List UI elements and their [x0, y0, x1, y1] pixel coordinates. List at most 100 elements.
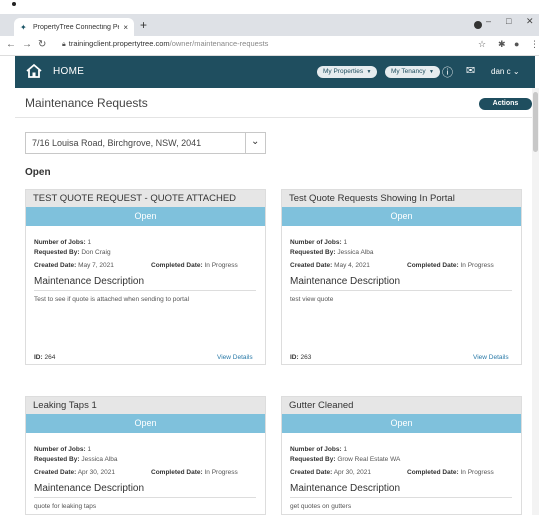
completed-label: Completed Date:	[151, 469, 203, 476]
chevron-down-icon: ▼	[427, 69, 434, 75]
jobs-row: Number of Jobs: 1	[34, 445, 91, 454]
new-tab-button[interactable]: +	[140, 18, 147, 32]
chevron-down-icon: ⌄	[512, 67, 520, 76]
user-name: dan c	[491, 67, 511, 76]
actions-button[interactable]: Actions	[479, 98, 532, 110]
my-tenancy-dropdown[interactable]: My Tenancy ▼	[385, 66, 440, 78]
maintenance-card: Leaking Taps 1 Open Number of Jobs: 1 Re…	[25, 396, 266, 515]
created-label: Created Date:	[290, 469, 333, 476]
select-divider	[245, 133, 246, 153]
completed-label: Completed Date:	[407, 469, 459, 476]
requested-by-label: Requested By:	[290, 249, 336, 256]
browser-tab-bar: ✦ PropertyTree Connecting People × + – □…	[0, 14, 539, 36]
card-title: TEST QUOTE REQUEST - QUOTE ATTACHED	[26, 190, 265, 207]
maintenance-card: Test Quote Requests Showing In Portal Op…	[281, 189, 522, 365]
bookmark-star-icon[interactable]: ☆	[478, 39, 486, 50]
id-label: ID:	[34, 354, 43, 361]
view-details-link[interactable]: View Details	[473, 354, 509, 361]
extensions-icon[interactable]: ✱	[498, 39, 506, 50]
account-icon[interactable]: ●	[514, 39, 519, 49]
created-row: Created Date: Apr 30, 2021	[290, 468, 371, 477]
completed-label: Completed Date:	[407, 262, 459, 269]
favicon-icon: ✦	[20, 22, 27, 32]
minimize-icon[interactable]: –	[486, 16, 491, 26]
created-row: Created Date: May 7, 2021	[34, 261, 114, 270]
jobs-value: 1	[343, 446, 348, 453]
close-tab-icon[interactable]: ×	[123, 23, 128, 32]
requested-by-label: Requested By:	[290, 456, 336, 463]
completed-value: In Progress	[460, 262, 494, 269]
url-field[interactable]: 🔒︎ trainingclient.propertytree.com/owner/…	[62, 39, 268, 49]
card-id: ID: 264	[34, 354, 55, 361]
browser-tab[interactable]: ✦ PropertyTree Connecting People ×	[14, 18, 134, 36]
property-select[interactable]: 7/16 Louisa Road, Birchgrove, NSW, 2041 …	[25, 132, 266, 154]
requested-by-row: Requested By: Don Craig	[34, 248, 111, 257]
completed-row: Completed Date: In Progress	[151, 261, 238, 270]
reload-icon[interactable]: ↻	[38, 39, 46, 50]
mail-icon[interactable]: ✉	[466, 64, 475, 77]
card-title: Test Quote Requests Showing In Portal	[282, 190, 521, 207]
scrollbar-thumb[interactable]	[533, 92, 538, 152]
property-select-value: 7/16 Louisa Road, Birchgrove, NSW, 2041	[32, 138, 202, 148]
jobs-row: Number of Jobs: 1	[290, 238, 347, 247]
forward-icon[interactable]: →	[22, 39, 32, 50]
url-path: /owner/maintenance-requests	[169, 39, 269, 48]
app-header: HOME My Properties ▼ My Tenancy ▼ ⓘ ✉ da…	[15, 56, 535, 88]
created-label: Created Date:	[34, 262, 77, 269]
card-id: ID: 263	[290, 354, 311, 361]
back-icon[interactable]: ←	[6, 39, 16, 50]
page-title: Maintenance Requests	[25, 96, 148, 110]
divider	[290, 497, 512, 498]
requested-by-row: Requested By: Jessica Alba	[34, 455, 117, 464]
created-value: Apr 30, 2021	[77, 469, 115, 476]
description-heading: Maintenance Description	[34, 483, 145, 494]
description-heading: Maintenance Description	[290, 483, 401, 494]
description-text: test view quote	[290, 296, 334, 303]
user-menu[interactable]: dan c ⌄	[491, 67, 520, 76]
help-icon[interactable]: ⓘ	[442, 64, 453, 80]
browser-profile-icon[interactable]	[474, 21, 482, 29]
card-status: Open	[26, 414, 265, 433]
scrollbar[interactable]	[532, 88, 539, 515]
description-heading: Maintenance Description	[290, 276, 401, 287]
requested-by-value: Jessica Alba	[81, 456, 118, 463]
divider	[34, 290, 256, 291]
chevron-down-icon[interactable]: ⌄	[251, 136, 259, 147]
id-value: 263	[300, 354, 312, 361]
requested-by-row: Requested By: Grow Real Estate WA	[290, 455, 400, 464]
window-close-icon[interactable]: ✕	[526, 16, 534, 27]
id-value: 264	[44, 354, 56, 361]
completed-value: In Progress	[204, 262, 238, 269]
completed-label: Completed Date:	[151, 262, 203, 269]
view-details-link[interactable]: View Details	[217, 354, 253, 361]
browser-menu-icon[interactable]: ⋮	[530, 39, 539, 50]
maximize-icon[interactable]: □	[506, 16, 511, 26]
card-status: Open	[26, 207, 265, 226]
completed-value: In Progress	[460, 469, 494, 476]
requested-by-row: Requested By: Jessica Alba	[290, 248, 373, 257]
my-properties-dropdown[interactable]: My Properties ▼	[317, 66, 378, 78]
description-heading: Maintenance Description	[34, 276, 145, 287]
maintenance-card: Gutter Cleaned Open Number of Jobs: 1 Re…	[281, 396, 522, 515]
completed-row: Completed Date: In Progress	[151, 468, 238, 477]
home-icon[interactable]	[25, 62, 43, 80]
id-label: ID:	[290, 354, 299, 361]
section-label-open: Open	[25, 167, 51, 178]
address-bar: ← → ↻ 🔒︎ trainingclient.propertytree.com/…	[0, 36, 539, 56]
completed-value: In Progress	[204, 469, 238, 476]
jobs-value: 1	[87, 446, 92, 453]
home-link[interactable]: HOME	[53, 66, 84, 77]
jobs-label: Number of Jobs:	[34, 239, 86, 246]
chevron-down-icon: ▼	[365, 69, 372, 75]
url-host: trainingclient.propertytree.com	[68, 39, 170, 48]
jobs-row: Number of Jobs: 1	[290, 445, 347, 454]
maintenance-card: TEST QUOTE REQUEST - QUOTE ATTACHED Open…	[25, 189, 266, 365]
lock-icon: 🔒︎	[62, 41, 66, 48]
page-title-bar: Maintenance Requests	[15, 88, 532, 118]
description-text: Test to see if quote is attached when se…	[34, 296, 190, 303]
description-text: get quotes on gutters	[290, 503, 352, 510]
created-value: Apr 30, 2021	[333, 469, 371, 476]
jobs-value: 1	[343, 239, 348, 246]
my-tenancy-label: My Tenancy	[391, 68, 426, 75]
requested-by-label: Requested By:	[34, 249, 80, 256]
